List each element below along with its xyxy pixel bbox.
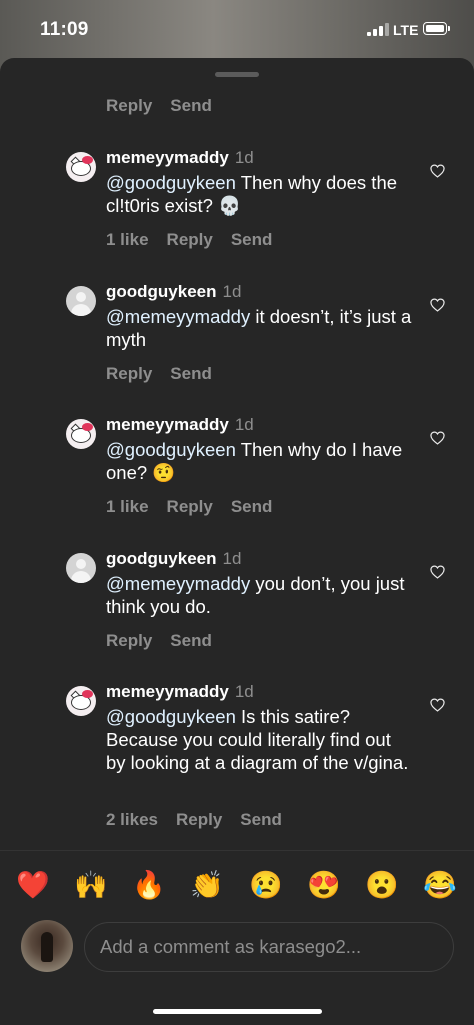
- signal-icon: [367, 22, 389, 36]
- comment-actions: 1 like Reply Send: [106, 497, 290, 517]
- comment-input[interactable]: Add a comment as karasego2...: [84, 922, 454, 972]
- emoji-quick-reactions: ❤️ 🙌 🔥 👏 😢 😍 😮 😂: [0, 850, 474, 921]
- likes-count[interactable]: 1 like: [106, 497, 149, 516]
- heart-eyes-emoji-button[interactable]: 😍: [307, 869, 341, 901]
- like-heart-icon[interactable]: [430, 698, 445, 712]
- send-button[interactable]: Send: [170, 96, 212, 115]
- comment-text: @memeyymaddy it doesn’t, it’s just a myt…: [106, 305, 426, 351]
- send-button[interactable]: Send: [231, 230, 273, 249]
- red-heart-emoji-button[interactable]: ❤️: [16, 869, 50, 901]
- comment-username[interactable]: memeyymaddy: [106, 148, 229, 167]
- comment-mention[interactable]: @memeyymaddy: [106, 306, 250, 327]
- comment-mention[interactable]: @goodguykeen: [106, 706, 236, 727]
- comment-age: 1d: [222, 282, 242, 301]
- comment-text: @goodguykeen Is this satire? Because you…: [106, 705, 411, 774]
- comment-actions: Reply Send: [106, 631, 230, 651]
- home-indicator[interactable]: [153, 1009, 322, 1014]
- comment-actions: 2 likes Reply Send: [106, 810, 300, 830]
- comments-sheet: Reply Send memeyymaddy 1d @goodguykeen The…: [0, 58, 474, 1025]
- comment-actions: 1 like Reply Send: [106, 230, 290, 250]
- hello-kitty-avatar[interactable]: [66, 419, 96, 449]
- comment-text: @goodguykeen Then why does the cl!t0ris …: [106, 171, 426, 217]
- comment-mention[interactable]: @goodguykeen: [106, 439, 236, 460]
- like-heart-icon[interactable]: [430, 164, 445, 178]
- clapping-hands-emoji-button[interactable]: 👏: [190, 869, 224, 901]
- like-heart-icon[interactable]: [430, 431, 445, 445]
- send-button[interactable]: Send: [231, 497, 273, 516]
- likes-count[interactable]: 1 like: [106, 230, 149, 249]
- reply-button[interactable]: Reply: [167, 230, 213, 249]
- comment-username[interactable]: goodguykeen: [106, 549, 217, 568]
- default-avatar[interactable]: [66, 286, 96, 316]
- reply-button[interactable]: Reply: [106, 364, 152, 383]
- likes-count[interactable]: 2 likes: [106, 810, 158, 829]
- status-time: 11:09: [40, 19, 89, 40]
- fire-emoji-button[interactable]: 🔥: [132, 869, 166, 901]
- comment-age: 1d: [234, 682, 254, 701]
- comment-composer: Add a comment as karasego2...: [0, 920, 474, 980]
- comment-age: 1d: [234, 415, 254, 434]
- reply-button[interactable]: Reply: [167, 497, 213, 516]
- comment-mention[interactable]: @goodguykeen: [106, 172, 236, 193]
- send-button[interactable]: Send: [170, 631, 212, 650]
- default-avatar[interactable]: [66, 553, 96, 583]
- comment-text: @memeyymaddy you don’t, you just think y…: [106, 572, 426, 618]
- comment-age: 1d: [222, 549, 242, 568]
- reply-button[interactable]: Reply: [106, 96, 152, 115]
- hello-kitty-avatar[interactable]: [66, 686, 96, 716]
- previous-comment-actions: Reply Send: [106, 96, 230, 116]
- hello-kitty-avatar[interactable]: [66, 152, 96, 182]
- like-heart-icon[interactable]: [430, 298, 445, 312]
- like-heart-icon[interactable]: [430, 565, 445, 579]
- raising-hands-emoji-button[interactable]: 🙌: [74, 869, 108, 901]
- current-user-avatar[interactable]: [21, 920, 73, 972]
- reply-button[interactable]: Reply: [176, 810, 222, 829]
- network-label: LTE: [393, 22, 419, 38]
- comment-username[interactable]: memeyymaddy: [106, 682, 229, 701]
- tears-of-joy-emoji-button[interactable]: 😂: [423, 869, 457, 901]
- comment-text: @goodguykeen Then why do I have one? 🤨: [106, 438, 426, 484]
- comment-age: 1d: [234, 148, 254, 167]
- comment-username[interactable]: goodguykeen: [106, 282, 217, 301]
- surprised-face-emoji-button[interactable]: 😮: [365, 869, 399, 901]
- sheet-grabber[interactable]: [215, 72, 259, 77]
- reply-button[interactable]: Reply: [106, 631, 152, 650]
- send-button[interactable]: Send: [170, 364, 212, 383]
- comment-username[interactable]: memeyymaddy: [106, 415, 229, 434]
- comment-actions: Reply Send: [106, 364, 230, 384]
- battery-icon: [423, 22, 450, 35]
- status-bar: 11:09 LTE: [0, 0, 474, 58]
- comment-mention[interactable]: @memeyymaddy: [106, 573, 250, 594]
- crying-face-emoji-button[interactable]: 😢: [249, 869, 283, 901]
- send-button[interactable]: Send: [240, 810, 282, 829]
